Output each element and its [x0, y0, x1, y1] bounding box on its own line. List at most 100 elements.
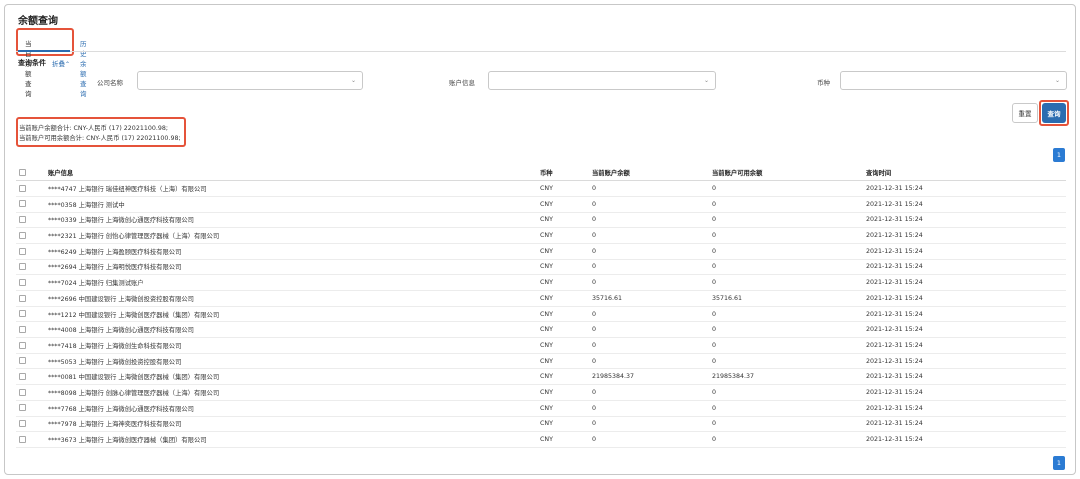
cell-currency: CNY [540, 337, 592, 354]
row-checkbox[interactable] [19, 310, 26, 318]
cell-available: 0 [712, 243, 866, 260]
table-row[interactable]: ****0339 上海银行 上海微创心通医疗科技有限公司 CNY 0 0 2021-12… [16, 212, 1066, 229]
column-header: 当前账户可用余额 [712, 165, 866, 182]
collapse-filters-link[interactable]: 折叠⌃ [52, 58, 70, 68]
table-row[interactable]: ****2321 上海银行 创怡心律管理医疗器械（上海）有限公司 CNY 0 0 202… [16, 227, 1066, 244]
filter-header: 查询条件 [18, 59, 46, 67]
row-select-cell [16, 196, 48, 213]
pagination-page-top[interactable]: 1 [1053, 148, 1065, 162]
tab-history-balance[interactable]: 历史余额查询 [80, 38, 87, 98]
table-row[interactable]: ****5053 上海银行 上海微创投资控股有限公司 CNY 0 0 2021-12-3… [16, 353, 1066, 370]
table-row[interactable]: ****7978 上海银行 上海神奕医疗科技有限公司 CNY 0 0 2021-12-3… [16, 416, 1066, 433]
row-checkbox[interactable] [19, 278, 26, 286]
cell-time: 2021-12-31 15:24 [866, 416, 1066, 433]
row-checkbox[interactable] [19, 357, 26, 365]
row-checkbox[interactable] [19, 388, 26, 396]
row-select-cell [16, 227, 48, 244]
cell-currency: CNY [540, 400, 592, 417]
table-row[interactable]: ****7024 上海银行 归集测试账户 CNY 0 0 2021-12-31 15:2… [16, 274, 1066, 291]
cell-available: 0 [712, 384, 866, 401]
table-row[interactable]: ****7768 上海银行 上海微创心通医疗科技有限公司 CNY 0 0 2021-12… [16, 400, 1066, 417]
cell-account: ****8098 上海银行 创脉心律管理医疗器械（上海）有限公司 [48, 384, 540, 401]
cell-account: ****6249 上海银行 上海盈颐医疗科技有限公司 [48, 243, 540, 260]
select-all-cell [16, 165, 48, 182]
row-checkbox[interactable] [19, 216, 26, 224]
cell-account: ****7418 上海银行 上海微创生命科技有限公司 [48, 337, 540, 354]
row-checkbox[interactable] [19, 373, 26, 381]
account-select[interactable]: ⌄ [488, 71, 716, 90]
table-row[interactable]: ****6249 上海银行 上海盈颐医疗科技有限公司 CNY 0 0 2021-12-3… [16, 243, 1066, 260]
row-checkbox[interactable] [19, 341, 26, 349]
row-select-cell [16, 180, 48, 197]
cell-account: ****4747 上海银行 瑞佳纽神医疗科技（上海）有限公司 [48, 180, 540, 197]
table-row[interactable]: ****0081 中国建设银行 上海微创医疗器械（集团）有限公司 CNY 21985… [16, 368, 1066, 386]
cell-account: ****2694 上海银行 上海明悦医疗科技有限公司 [48, 259, 540, 276]
cell-available: 0 [712, 259, 866, 276]
query-button[interactable]: 查询 [1042, 103, 1066, 123]
cell-account: ****5053 上海银行 上海微创投资控股有限公司 [48, 353, 540, 370]
cell-currency: CNY [540, 431, 592, 448]
balance-total-text: 当前账户余额合计: CNY-人民币 (17) 22021100.98; [19, 125, 168, 132]
table-row[interactable]: ****8098 上海银行 创脉心律管理医疗器械（上海）有限公司 CNY 0 0 202… [16, 384, 1066, 401]
cell-balance: 0 [592, 384, 712, 401]
row-checkbox[interactable] [19, 200, 26, 208]
row-checkbox[interactable] [19, 294, 26, 302]
cell-available: 0 [712, 431, 866, 448]
tab-today-balance[interactable]: 当日余额查询 [25, 38, 32, 98]
row-select-cell [16, 368, 48, 386]
reset-button[interactable]: 重置 [1012, 103, 1038, 123]
cell-time: 2021-12-31 15:24 [866, 353, 1066, 370]
row-checkbox[interactable] [19, 184, 26, 192]
table-row[interactable]: ****2696 中国建设银行 上海微创投资控股有限公司 CNY 35716.61 3… [16, 290, 1066, 307]
cell-time: 2021-12-31 15:24 [866, 259, 1066, 276]
tabs-divider [16, 51, 1066, 52]
cell-account: ****7768 上海银行 上海微创心通医疗科技有限公司 [48, 400, 540, 417]
table-row[interactable]: ****0358 上海银行 测试中 CNY 0 0 2021-12-31 15:24 [16, 196, 1066, 213]
company-select[interactable]: ⌄ [137, 71, 363, 90]
table-row[interactable]: ****3673 上海银行 上海微创医疗器械（集团）有限公司 CNY 0 0 2021-… [16, 431, 1066, 448]
table-row[interactable]: ****2694 上海银行 上海明悦医疗科技有限公司 CNY 0 0 2021-12-3… [16, 259, 1066, 276]
cell-time: 2021-12-31 15:24 [866, 290, 1066, 307]
cell-account: ****2696 中国建设银行 上海微创投资控股有限公司 [48, 290, 540, 307]
cell-available: 0 [712, 196, 866, 213]
cell-balance: 0 [592, 180, 712, 197]
row-checkbox[interactable] [19, 325, 26, 333]
chevron-down-icon: ⌄ [1054, 77, 1060, 84]
cell-balance: 0 [592, 431, 712, 448]
cell-time: 2021-12-31 15:24 [866, 368, 1066, 386]
cell-time: 2021-12-31 15:24 [866, 306, 1066, 323]
cell-currency: CNY [540, 321, 592, 339]
cell-available: 21985384.37 [712, 368, 866, 386]
cell-currency: CNY [540, 180, 592, 197]
cell-balance: 21985384.37 [592, 368, 712, 386]
row-checkbox[interactable] [19, 420, 26, 428]
select-all-checkbox[interactable] [19, 168, 26, 176]
cell-currency: CNY [540, 274, 592, 291]
table-body: ****4747 上海银行 瑞佳纽神医疗科技（上海）有限公司 CNY 0 0 2021-… [16, 180, 1066, 448]
cell-balance: 0 [592, 337, 712, 354]
cell-time: 2021-12-31 15:24 [866, 400, 1066, 417]
row-select-cell [16, 259, 48, 276]
currency-select[interactable]: ⌄ [840, 71, 1067, 90]
cell-available: 0 [712, 416, 866, 433]
cell-time: 2021-12-31 15:24 [866, 337, 1066, 354]
balance-table: 账户信息 币种 当前账户余额 当前账户可用余额 查询时间 ****4747 上海… [16, 165, 1066, 448]
column-header: 币种 [540, 165, 592, 182]
row-checkbox[interactable] [19, 263, 26, 271]
pagination-page-bottom[interactable]: 1 [1053, 456, 1065, 470]
row-select-cell [16, 431, 48, 448]
row-checkbox[interactable] [19, 435, 26, 443]
cell-available: 0 [712, 337, 866, 354]
row-checkbox[interactable] [19, 231, 26, 239]
row-checkbox[interactable] [19, 404, 26, 412]
row-checkbox[interactable] [19, 247, 26, 255]
table-row[interactable]: ****1212 中国建设银行 上海微创医疗器械（集团）有限公司 CNY 0 0 202… [16, 306, 1066, 323]
summary-highlight-box [16, 117, 186, 147]
cell-time: 2021-12-31 15:24 [866, 243, 1066, 260]
cell-time: 2021-12-31 15:24 [866, 431, 1066, 448]
cell-balance: 0 [592, 243, 712, 260]
table-row[interactable]: ****4008 上海银行 上海微创心通医疗科技有限公司 CNY 0 0 2021-12… [16, 321, 1066, 339]
table-row[interactable]: ****4747 上海银行 瑞佳纽神医疗科技（上海）有限公司 CNY 0 0 2021-… [16, 180, 1066, 197]
table-row[interactable]: ****7418 上海银行 上海微创生命科技有限公司 CNY 0 0 2021-12-3… [16, 337, 1066, 354]
cell-currency: CNY [540, 196, 592, 213]
